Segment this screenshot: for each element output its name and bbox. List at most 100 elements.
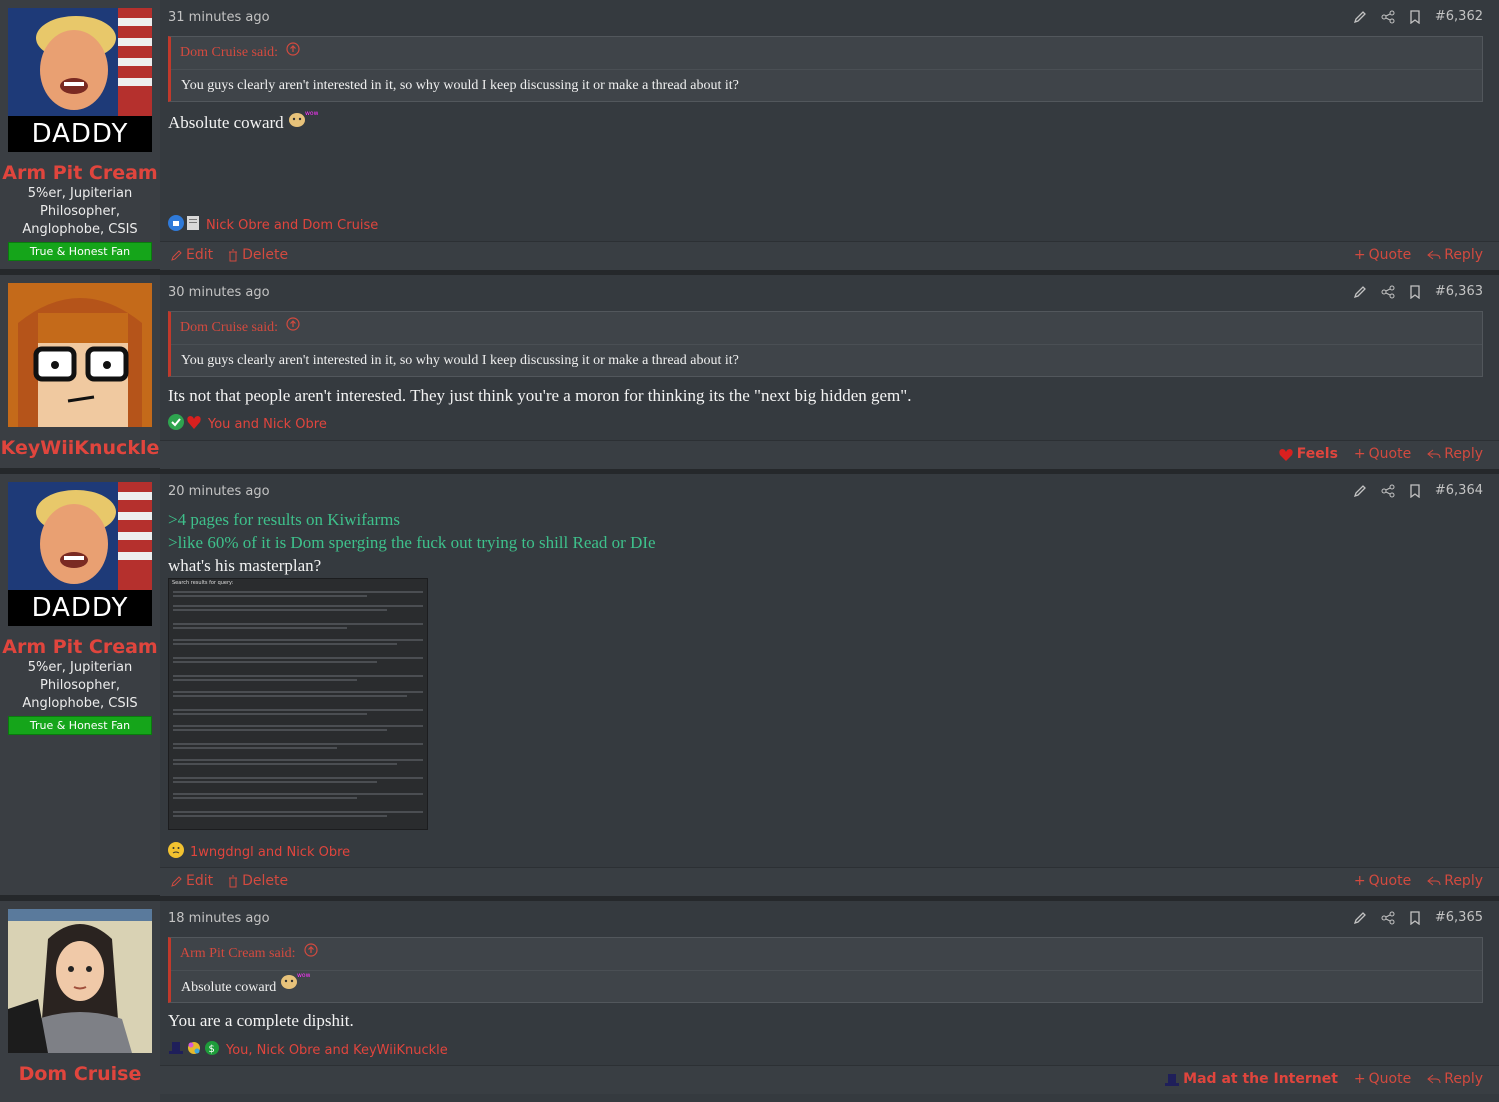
- bookmark-icon[interactable]: [1409, 284, 1421, 299]
- reply-button[interactable]: Reply: [1427, 1071, 1483, 1087]
- post-number[interactable]: #6,363: [1435, 284, 1483, 299]
- reaction-names[interactable]: You and Nick Obre: [208, 417, 327, 432]
- username[interactable]: KeyWiiKnuckle: [0, 437, 160, 459]
- edit-pencil-icon[interactable]: [1353, 484, 1367, 498]
- svg-text:wow: wow: [297, 972, 310, 979]
- post-main: 20 minutes ago #6,364 >4 pages for resul…: [160, 474, 1499, 896]
- quote-author[interactable]: Dom Cruise said:: [180, 37, 278, 69]
- reactions-bar[interactable]: $ You, Nick Obre and KeyWiiKnuckle: [168, 1040, 448, 1060]
- quote-header[interactable]: Arm Pit Cream said:: [171, 938, 1482, 971]
- reactions-bar[interactable]: Nick Obre and Dom Cruise: [168, 215, 378, 235]
- quote-header[interactable]: Dom Cruise said:: [171, 37, 1482, 70]
- avatar[interactable]: DADDY: [8, 482, 152, 626]
- reply-button[interactable]: Reply: [1427, 247, 1483, 263]
- react-button[interactable]: Feels: [1278, 446, 1338, 462]
- delete-button[interactable]: Delete: [227, 247, 288, 263]
- arrow-up-circle-icon[interactable]: [286, 312, 300, 344]
- message-text: Absolute coward: [168, 112, 284, 132]
- quote-block: Dom Cruise said: You guys clearly aren't…: [168, 311, 1483, 377]
- arrow-up-circle-icon[interactable]: [286, 37, 300, 69]
- post-footer: Edit Delete + Quote Reply: [160, 241, 1499, 270]
- share-icon[interactable]: [1381, 10, 1395, 24]
- quote-author[interactable]: Arm Pit Cream said:: [180, 938, 296, 970]
- post-number[interactable]: #6,365: [1435, 910, 1483, 925]
- pencil-icon: [171, 875, 182, 887]
- like-reaction-icon: [168, 215, 184, 235]
- reply-label: Reply: [1444, 1071, 1483, 1087]
- trash-icon: [229, 249, 238, 261]
- post-number[interactable]: #6,364: [1435, 483, 1483, 498]
- post-footer: Feels + Quote Reply: [160, 440, 1499, 469]
- post-actions-top: #6,363: [1353, 284, 1483, 299]
- plus-icon: +: [1353, 446, 1366, 462]
- reaction-names[interactable]: Nick Obre and Dom Cruise: [206, 218, 378, 233]
- avatar[interactable]: [8, 283, 152, 427]
- delete-button[interactable]: Delete: [227, 873, 288, 889]
- screenshot-caption: Search results for query:: [172, 580, 234, 586]
- post-6365: Dom Cruise 18 minutes ago #6,365 Arm Pit…: [0, 901, 1499, 1102]
- reply-label: Reply: [1444, 247, 1483, 263]
- quote-author[interactable]: Dom Cruise said:: [180, 312, 278, 344]
- post-timestamp[interactable]: 18 minutes ago: [168, 911, 270, 926]
- share-icon[interactable]: [1381, 285, 1395, 299]
- reactions-bar[interactable]: 1wngdngl and Nick Obre: [168, 842, 350, 862]
- reply-button[interactable]: Reply: [1427, 446, 1483, 462]
- quote-text: You guys clearly aren't interested in it…: [181, 353, 739, 368]
- avatar[interactable]: [8, 909, 152, 1053]
- post-number[interactable]: #6,362: [1435, 9, 1483, 24]
- share-icon[interactable]: [1381, 911, 1395, 925]
- edit-pencil-icon[interactable]: [1353, 10, 1367, 24]
- quote-label: Quote: [1368, 1071, 1412, 1087]
- quote-button[interactable]: + Quote: [1354, 1071, 1411, 1087]
- quote-text: You guys clearly aren't interested in it…: [181, 78, 739, 93]
- thinking-reaction-icon: [168, 842, 184, 862]
- quote-block: Dom Cruise said: You guys clearly aren't…: [168, 36, 1483, 102]
- post-main: 31 minutes ago #6,362 Dom Cruise said: Y…: [160, 0, 1499, 270]
- post-message: You are a complete dipshit.: [168, 1011, 354, 1030]
- reply-icon: [1427, 449, 1441, 459]
- reply-label: Reply: [1444, 446, 1483, 462]
- edit-pencil-icon[interactable]: [1353, 285, 1367, 299]
- edit-button[interactable]: Edit: [170, 873, 213, 889]
- quote-button[interactable]: + Quote: [1354, 247, 1411, 263]
- plus-icon: +: [1353, 247, 1366, 263]
- post-message: Absolute coward wow: [168, 109, 318, 135]
- quote-button[interactable]: + Quote: [1354, 873, 1411, 889]
- reaction-names[interactable]: 1wngdngl and Nick Obre: [190, 845, 350, 860]
- post-message: what's his masterplan?: [168, 556, 322, 575]
- user-column: DADDY Arm Pit Cream 5%er, Jupiterian Phi…: [0, 474, 160, 895]
- user-title-line: 5%er, Jupiterian: [27, 660, 133, 675]
- post-timestamp[interactable]: 30 minutes ago: [168, 285, 270, 300]
- post-footer: Mad at the Internet + Quote Reply: [160, 1065, 1499, 1094]
- avatar[interactable]: DADDY: [8, 8, 152, 152]
- doge-emoji-icon: wow: [280, 971, 311, 1004]
- quote-label: Quote: [1368, 873, 1412, 889]
- svg-text:$: $: [209, 1044, 215, 1055]
- heart-icon: [1279, 448, 1293, 461]
- reply-button[interactable]: Reply: [1427, 873, 1483, 889]
- username[interactable]: Dom Cruise: [0, 1063, 160, 1085]
- quote-header[interactable]: Dom Cruise said:: [171, 312, 1482, 345]
- bookmark-icon[interactable]: [1409, 910, 1421, 925]
- react-label: Feels: [1296, 446, 1338, 462]
- react-button[interactable]: Mad at the Internet: [1164, 1071, 1338, 1087]
- greentext-line: >like 60% of it is Dom sperging the fuck…: [168, 533, 656, 552]
- reactions-bar[interactable]: You and Nick Obre: [168, 414, 327, 434]
- dollar-reaction-icon: $: [204, 1040, 220, 1060]
- bookmark-icon[interactable]: [1409, 9, 1421, 24]
- edit-label: Edit: [186, 247, 214, 263]
- post-timestamp[interactable]: 31 minutes ago: [168, 10, 270, 25]
- quote-button[interactable]: + Quote: [1354, 446, 1411, 462]
- bookmark-icon[interactable]: [1409, 483, 1421, 498]
- attached-screenshot[interactable]: Search results for query:: [168, 578, 428, 830]
- username[interactable]: Arm Pit Cream: [0, 636, 160, 658]
- arrow-up-circle-icon[interactable]: [303, 938, 318, 970]
- username[interactable]: Arm Pit Cream: [0, 162, 160, 184]
- edit-pencil-icon[interactable]: [1353, 911, 1367, 925]
- post-timestamp[interactable]: 20 minutes ago: [168, 484, 270, 499]
- reaction-names[interactable]: You, Nick Obre and KeyWiiKnuckle: [226, 1043, 448, 1058]
- edit-button[interactable]: Edit: [170, 247, 213, 263]
- share-icon[interactable]: [1381, 484, 1395, 498]
- post-6363: KeyWiiKnuckle 30 minutes ago #6,363 Dom …: [0, 275, 1499, 474]
- avatar-label: DADDY: [31, 593, 129, 623]
